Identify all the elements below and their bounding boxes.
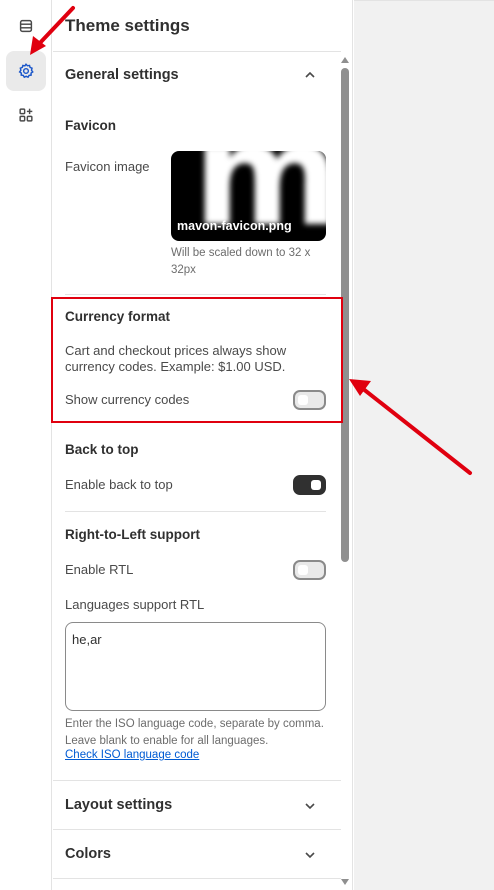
enable-rtl-label: Enable RTL	[65, 562, 134, 577]
layout-settings-heading: Layout settings	[65, 797, 173, 813]
sections-button[interactable]	[6, 6, 46, 46]
languages-rtl-textarea[interactable]: he,ar	[65, 622, 326, 711]
toggle-knob	[311, 480, 321, 490]
favicon-image-picker[interactable]: m mavon-favicon.png	[171, 151, 326, 241]
back-to-top-title: Back to top	[65, 442, 139, 457]
divider	[53, 829, 341, 830]
apps-button[interactable]	[6, 95, 46, 135]
sections-icon	[19, 19, 33, 33]
chevron-down-icon	[305, 852, 315, 859]
divider	[53, 878, 341, 879]
enable-back-to-top-label: Enable back to top	[65, 477, 173, 492]
apps-icon	[19, 108, 33, 122]
check-iso-language-code-link[interactable]: Check ISO language code	[65, 749, 199, 761]
left-rail	[0, 0, 52, 890]
highlight-box	[51, 297, 343, 423]
divider	[53, 780, 341, 781]
enable-rtl-toggle[interactable]	[293, 560, 326, 580]
colors-heading: Colors	[65, 846, 111, 862]
theme-settings-panel: Theme settings General settings Favicon …	[53, 0, 353, 890]
divider	[65, 294, 326, 295]
enable-back-to-top-toggle[interactable]	[293, 475, 326, 495]
languages-rtl-label: Languages support RTL	[65, 597, 205, 612]
divider	[53, 51, 341, 52]
scroll-down-arrow-icon[interactable]	[340, 878, 350, 886]
gear-icon	[18, 63, 34, 79]
chevron-up-icon	[305, 71, 315, 78]
scroll-up-arrow-icon[interactable]	[340, 56, 350, 64]
favicon-title: Favicon	[65, 118, 117, 133]
page-title: Theme settings	[65, 16, 190, 35]
theme-settings-button[interactable]	[6, 51, 46, 91]
favicon-help-text: Will be scaled down to 32 x 32px	[171, 247, 311, 276]
rtl-support-title: Right-to-Left support	[65, 527, 200, 542]
favicon-image-label: Favicon image	[65, 159, 150, 174]
favicon-filename: mavon-favicon.png	[177, 219, 292, 233]
general-settings-heading: General settings	[65, 67, 179, 83]
divider	[65, 511, 326, 512]
toggle-knob	[298, 565, 308, 575]
preview-area	[354, 0, 494, 890]
rtl-help-text: Enter the ISO language code, separate by…	[65, 718, 324, 747]
chevron-down-icon	[305, 803, 315, 810]
